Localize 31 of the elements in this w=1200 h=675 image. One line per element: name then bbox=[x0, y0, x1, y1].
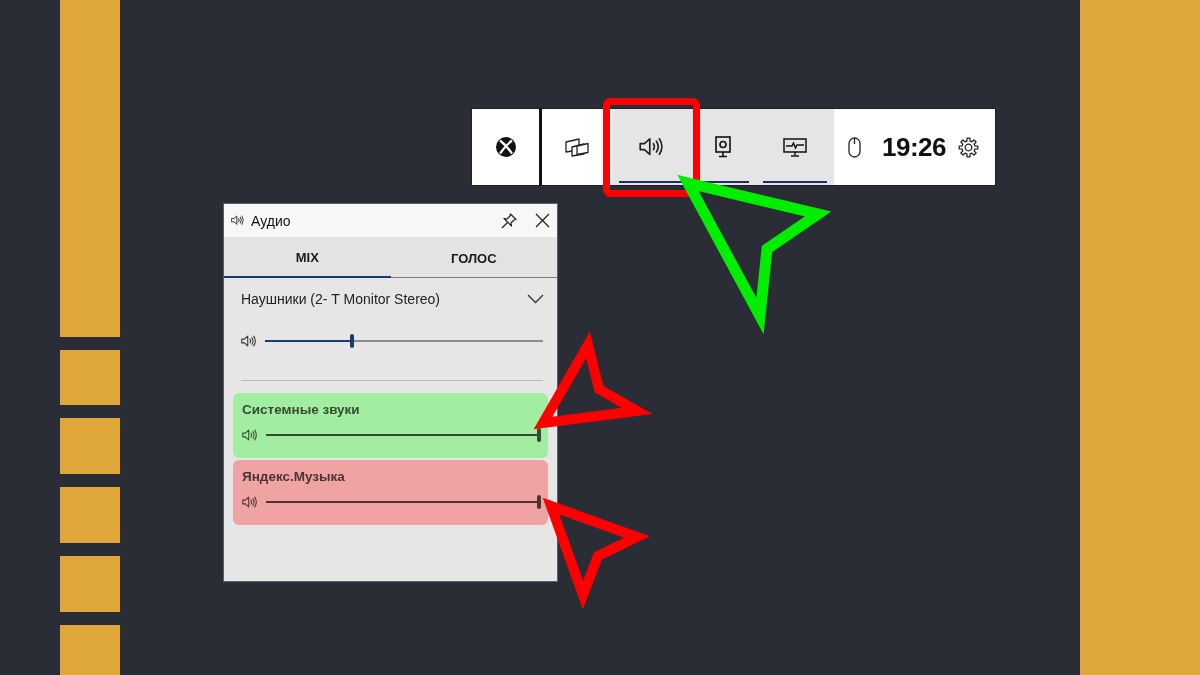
stacked-panels-icon bbox=[565, 137, 589, 157]
toolbar-button[interactable] bbox=[756, 109, 834, 185]
decor-stripe bbox=[60, 487, 120, 543]
speaker-icon bbox=[242, 429, 257, 441]
decor-stripe bbox=[60, 418, 120, 474]
app-name: Яндекс.Музыка bbox=[242, 468, 345, 485]
toolbar-button[interactable] bbox=[612, 109, 689, 185]
chevron-down-icon bbox=[527, 294, 544, 304]
speaker-icon bbox=[242, 496, 257, 508]
decor-stripe bbox=[60, 556, 120, 612]
tab[interactable]: MIX bbox=[224, 237, 391, 278]
settings-icon[interactable] bbox=[958, 136, 979, 158]
window-title: Аудио bbox=[251, 212, 291, 229]
app-name: Системные звуки bbox=[242, 401, 360, 418]
speaker-icon bbox=[638, 137, 663, 157]
clock-time: 19:26 bbox=[882, 131, 946, 163]
logo-icon bbox=[495, 137, 516, 157]
device-dropdown[interactable]: Наушники (2- T Monitor Stereo) bbox=[241, 289, 544, 309]
speaker-icon bbox=[231, 215, 244, 226]
tab[interactable]: ГОЛОС bbox=[390, 237, 557, 278]
close-icon[interactable] bbox=[535, 213, 550, 228]
webcam-icon bbox=[714, 136, 731, 158]
monitor-pulse-icon bbox=[783, 137, 807, 157]
slider-thumb[interactable] bbox=[537, 495, 541, 509]
decor-stripe bbox=[60, 625, 120, 675]
pin-icon[interactable] bbox=[501, 212, 517, 229]
decor-stripe bbox=[60, 350, 120, 405]
slider-thumb[interactable] bbox=[349, 334, 354, 348]
slider-thumb[interactable] bbox=[537, 428, 541, 442]
mouse-icon bbox=[848, 136, 861, 158]
speaker-icon bbox=[241, 335, 256, 347]
